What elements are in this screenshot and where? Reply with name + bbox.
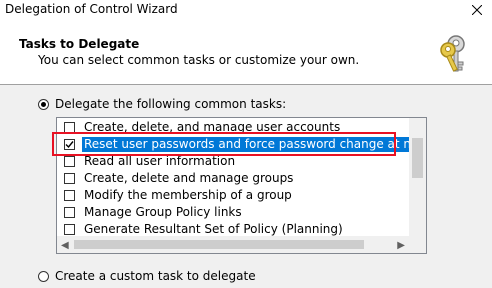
- tasks-list[interactable]: Create, delete, and manage user accounts…: [56, 117, 427, 254]
- list-item[interactable]: Create, delete and manage groups: [57, 171, 409, 187]
- task-checkbox[interactable]: [64, 173, 75, 184]
- horizontal-scrollbar[interactable]: ◀ ▶: [57, 236, 409, 253]
- task-checkbox[interactable]: [64, 207, 75, 218]
- task-checkbox[interactable]: [64, 139, 75, 150]
- list-item[interactable]: Reset user passwords and force password …: [57, 137, 426, 153]
- task-label: Modify the membership of a group: [84, 188, 292, 202]
- list-item[interactable]: Read all user information: [57, 154, 409, 170]
- title-bar: Delegation of Control Wizard: [0, 0, 492, 22]
- common-tasks-label: Delegate the following common tasks:: [55, 97, 287, 111]
- task-checkbox[interactable]: [64, 156, 75, 167]
- page-title: Tasks to Delegate: [19, 37, 140, 51]
- keys-icon: [436, 32, 476, 76]
- list-item[interactable]: Manage Group Policy links: [57, 205, 409, 221]
- task-label: Generate Resultant Set of Policy (Planni…: [84, 222, 343, 236]
- task-label: Manage Group Policy links: [84, 205, 242, 219]
- list-item[interactable]: Create, delete, and manage user accounts: [57, 120, 409, 136]
- task-checkbox[interactable]: [64, 190, 75, 201]
- task-label: Create, delete and manage groups: [84, 171, 294, 185]
- custom-task-label: Create a custom task to delegate: [55, 269, 256, 283]
- task-label: Create, delete, and manage user accounts: [84, 120, 341, 134]
- custom-task-radio[interactable]: [38, 271, 49, 282]
- scroll-corner: [409, 236, 426, 253]
- task-label: Reset user passwords and force password …: [82, 137, 426, 152]
- page-subtitle: You can select common tasks or customize…: [38, 53, 360, 67]
- vertical-scrollbar[interactable]: [409, 118, 426, 236]
- task-checkbox[interactable]: [64, 122, 75, 133]
- list-item[interactable]: Modify the membership of a group: [57, 188, 409, 204]
- close-icon: [471, 4, 483, 18]
- task-label: Read all user information: [84, 154, 236, 168]
- scroll-left-icon[interactable]: ◀: [61, 240, 69, 251]
- close-button[interactable]: [462, 0, 492, 22]
- checkmark-icon: [65, 141, 74, 149]
- scroll-right-icon[interactable]: ▶: [397, 240, 405, 251]
- window-title: Delegation of Control Wizard: [5, 2, 178, 16]
- wizard-header: Tasks to Delegate You can select common …: [0, 22, 492, 85]
- horizontal-scroll-thumb[interactable]: [74, 240, 364, 249]
- vertical-scroll-thumb[interactable]: [412, 138, 423, 178]
- common-tasks-radio[interactable]: [38, 99, 49, 110]
- task-checkbox[interactable]: [64, 224, 75, 235]
